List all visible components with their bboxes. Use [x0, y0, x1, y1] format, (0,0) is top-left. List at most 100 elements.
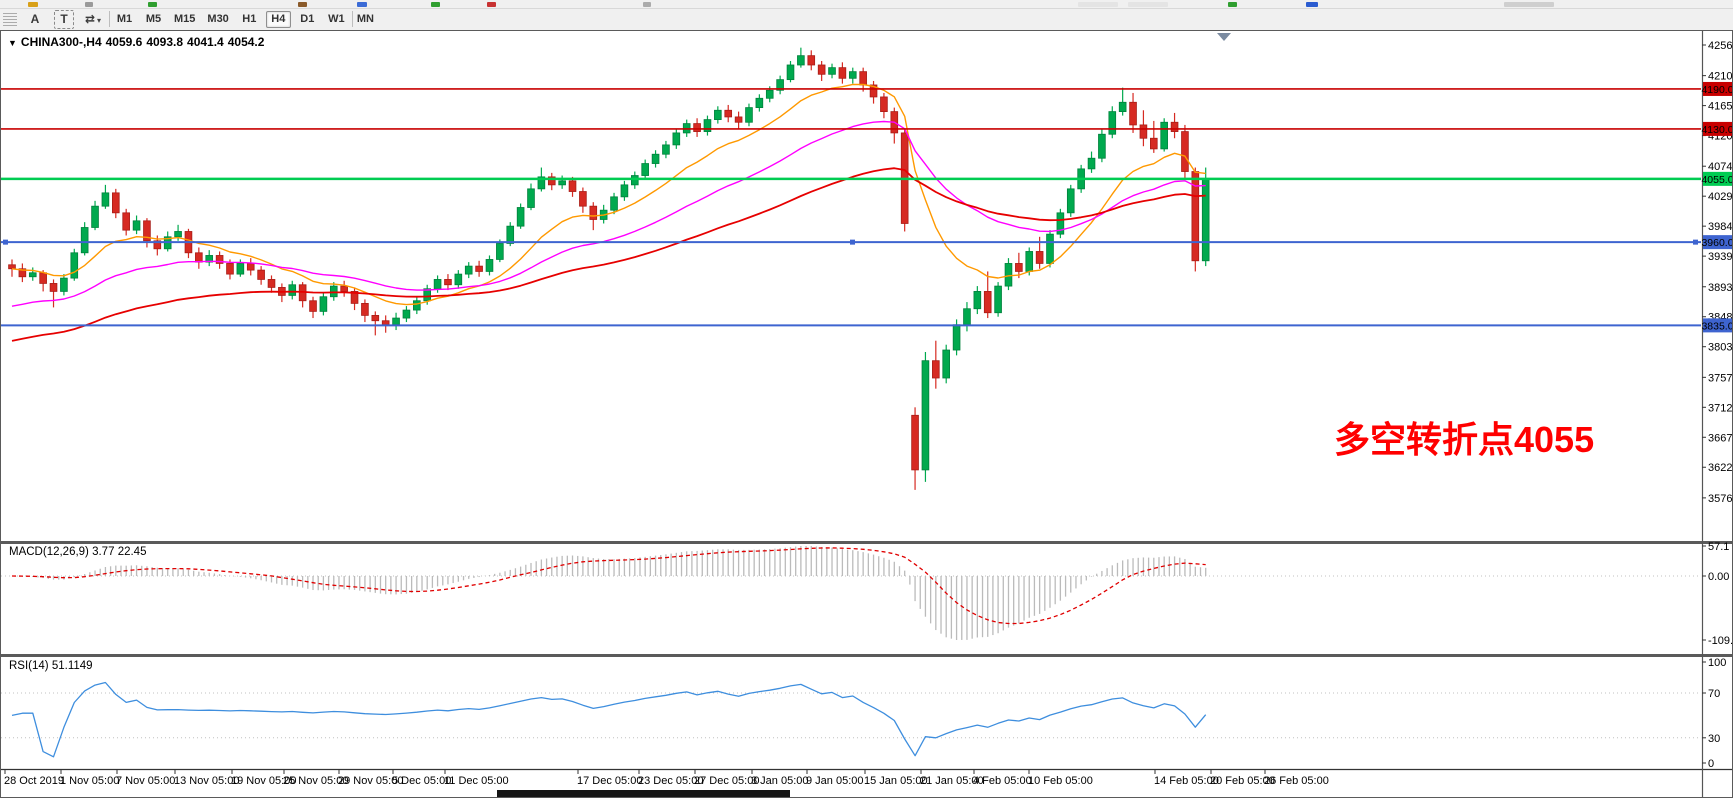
macd-indicator-label: MACD(12,26,9) 3.77 22.45 [9, 546, 146, 558]
price-axis-label: 3757.0 [1708, 372, 1732, 384]
font-tool-button[interactable]: A [24, 10, 46, 29]
candle-up [829, 68, 836, 75]
candle-down [694, 124, 701, 132]
toolbar-icon-fragment [298, 2, 307, 7]
candle-down [227, 263, 234, 274]
hline-handle[interactable] [850, 240, 855, 245]
price-level-badge-label: 3960.0 [1701, 237, 1732, 249]
candle-up [849, 72, 856, 79]
candle-down [932, 361, 939, 378]
timeframe-h4-button[interactable]: H4 [266, 11, 291, 28]
timeframe-m5-button[interactable]: M5 [141, 11, 166, 28]
candle-down [9, 265, 16, 269]
candle-down [881, 97, 888, 112]
toolbar-icon-fragment [1306, 2, 1318, 7]
candle-down [1171, 122, 1178, 131]
pane-divider[interactable] [1, 654, 1732, 657]
time-axis-label: 11 Dec 05:00 [444, 775, 509, 787]
pane-divider[interactable] [1, 541, 1732, 544]
price-axis-label: 4256.0 [1708, 40, 1732, 52]
hline-handle[interactable] [1693, 240, 1698, 245]
price-axis-label: 3893.0 [1708, 282, 1732, 294]
candle-down [1150, 138, 1157, 149]
candle-up [320, 297, 327, 312]
candle-down [1036, 251, 1043, 263]
price-axis-label: 3622.0 [1708, 462, 1732, 474]
candle-up [496, 243, 503, 259]
candle-up [102, 193, 109, 206]
candle-down [258, 270, 265, 279]
candle-up [1067, 189, 1074, 213]
macd-signal-value: 22.45 [118, 546, 147, 558]
toolbar-icon-fragment [85, 2, 93, 7]
timeframe-h1-button[interactable]: H1 [237, 11, 262, 28]
candle-up [289, 285, 296, 296]
price-axis-label: 3803.0 [1708, 342, 1732, 354]
candle-up [673, 133, 680, 145]
bar-open: 4059.6 [106, 35, 143, 49]
candle-up [517, 208, 524, 227]
candle-up [611, 197, 618, 210]
price-axis-label: 4074.0 [1708, 161, 1732, 173]
candle-up [486, 259, 493, 271]
candle-down [40, 273, 47, 284]
timeframe-mn-button[interactable]: MN [353, 11, 378, 28]
toolbar-icon-fragment [643, 2, 651, 7]
time-axis-label: 28 Oct 2019 [4, 775, 64, 787]
price-level-badge-label: 4190.0 [1701, 84, 1732, 96]
price-axis-label: 3667.0 [1708, 432, 1732, 444]
cropped-upper-toolbar [0, 0, 1733, 9]
candle-down [362, 303, 369, 315]
candle-up [81, 227, 88, 252]
toolbar-icon-fragment [1128, 2, 1168, 7]
candle-up [133, 221, 140, 230]
candle-up [403, 310, 410, 318]
toolbar-grip-icon[interactable] [3, 12, 17, 26]
candle-up [953, 325, 960, 350]
toolbar-icon-fragment [1504, 2, 1554, 7]
candle-up [746, 108, 753, 123]
candle-up [756, 98, 763, 107]
timeframe-m30-button[interactable]: M30 [203, 11, 232, 28]
candle-up [507, 226, 514, 243]
macd-axis-label: 0.00 [1708, 571, 1729, 583]
candle-up [652, 154, 659, 163]
candle-down [310, 301, 317, 312]
candle-down [1140, 125, 1147, 138]
candle-up [175, 231, 182, 236]
line-studies-button[interactable]: ⇄▾ [78, 10, 108, 29]
timeframe-m15-button[interactable]: M15 [170, 11, 199, 28]
timeframe-d1-button[interactable]: D1 [295, 11, 320, 28]
candle-down [569, 181, 576, 192]
candle-up [642, 164, 649, 176]
price-axis-label: 3576.0 [1708, 493, 1732, 505]
candle-up [465, 266, 472, 274]
symbol-dropdown-icon[interactable]: ▼ [8, 38, 17, 48]
time-axis-label: 15 Jan 05:00 [864, 775, 928, 787]
rsi-value: 51.1149 [52, 660, 93, 672]
candle-down [590, 206, 597, 219]
hline-handle[interactable] [3, 240, 8, 245]
candle-up [797, 56, 804, 65]
candle-up [393, 318, 400, 325]
candle-up [559, 181, 566, 185]
candle-down [382, 321, 389, 325]
time-axis-label: 27 Dec 05:00 [694, 775, 759, 787]
bottom-window-fragment [497, 790, 790, 797]
time-axis-label: 5 Dec 05:00 [392, 775, 451, 787]
timeframe-w1-button[interactable]: W1 [324, 11, 349, 28]
candle-down [1182, 132, 1189, 172]
text-tool-button[interactable]: T [54, 10, 74, 29]
rsi-axis-label: 100 [1708, 657, 1726, 669]
toolbar-icon-fragment [487, 2, 496, 7]
macd-axis-label: 57.1 [1708, 541, 1729, 553]
candle-down [808, 56, 815, 65]
candle-down [50, 283, 57, 291]
candle-up [434, 279, 441, 288]
candle-up [71, 253, 78, 278]
candle-up [29, 273, 36, 277]
candle-up [1005, 263, 1012, 286]
chart-annotation-text[interactable]: 多空转折点4055 [1334, 411, 1594, 463]
candle-down [268, 279, 275, 287]
timeframe-m1-button[interactable]: M1 [112, 11, 137, 28]
